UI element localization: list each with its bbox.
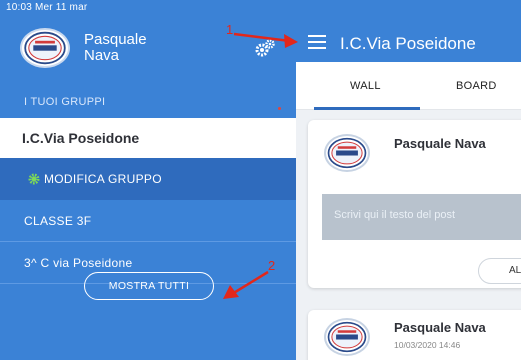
composer-avatar [324, 134, 370, 172]
hamburger-menu-icon[interactable] [308, 35, 328, 49]
school-logo-icon [327, 137, 367, 169]
tab-bar: WALL BOARD [296, 62, 521, 110]
school-logo-icon [24, 31, 66, 65]
annotation-arrow-1 [233, 32, 298, 48]
post-author: Pasquale Nava [394, 320, 486, 335]
user-avatar[interactable] [20, 28, 70, 68]
edit-group-button[interactable]: MODIFICA GRUPPO [0, 158, 296, 200]
status-bar-time: 10:03 Mer 11 mar [6, 2, 88, 13]
groups-section-title: I TUOI GRUPPI [24, 96, 106, 108]
active-group-label: I.C.Via Poseidone [22, 130, 140, 146]
top-bar: I.C.Via Poseidone [296, 0, 521, 62]
edit-group-label: MODIFICA GRUPPO [44, 172, 162, 186]
school-logo-icon [327, 321, 367, 353]
annotation-arrow-2 [223, 270, 269, 299]
profile-name: Pasquale Nava [84, 31, 147, 64]
post-date: 10/03/2020 14:46 [394, 340, 461, 350]
post-text-input[interactable]: Scrivi qui il testo del post [322, 194, 521, 240]
group-label: CLASSE 3F [24, 214, 92, 228]
audience-all-button[interactable]: ALL [478, 258, 521, 284]
post-input-placeholder: Scrivi qui il testo del post [334, 209, 456, 221]
post-card[interactable]: Pasquale Nava 10/03/2020 14:46 [308, 310, 521, 360]
gear-icon [28, 173, 40, 185]
post-author-avatar [324, 318, 370, 356]
show-all-button[interactable]: MOSTRA TUTTI [84, 272, 214, 300]
tab-wall[interactable]: WALL [350, 80, 381, 92]
tab-board[interactable]: BOARD [456, 80, 497, 92]
composer-author: Pasquale Nava [394, 136, 486, 151]
sidebar-group-active[interactable]: I.C.Via Poseidone [0, 118, 296, 165]
feed: Pasquale Nava Scrivi qui il testo del po… [296, 110, 521, 360]
post-composer-card: Pasquale Nava Scrivi qui il testo del po… [308, 120, 521, 288]
notification-dot [278, 107, 281, 110]
sidebar: 10:03 Mer 11 mar Pasquale Nava I TUOI GR… [0, 0, 296, 360]
page-title: I.C.Via Poseidone [340, 34, 476, 53]
group-label: 3^ C via Poseidone [24, 256, 133, 270]
sidebar-group-classe-3f[interactable]: CLASSE 3F [0, 200, 296, 242]
